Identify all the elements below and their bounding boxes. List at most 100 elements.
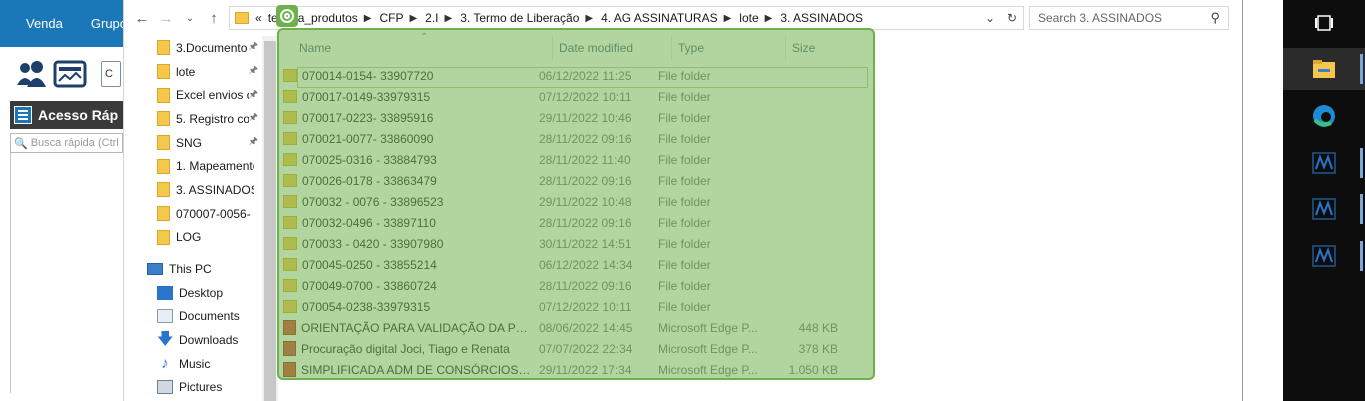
file-date: 07/07/2022 22:34 <box>539 341 633 356</box>
menu-venda[interactable]: Venda <box>26 16 63 31</box>
file-name-cell[interactable]: 070026-0178 - 33863479 <box>278 174 533 188</box>
nav-item[interactable]: Excel envios d 🖈 <box>124 83 262 107</box>
file-name-cell[interactable]: 070017-0149-33979315 <box>278 90 533 104</box>
table-row[interactable]: 070033 - 0420 - 33907980 30/11/2022 14:51… <box>278 233 1242 254</box>
menu-icon[interactable] <box>14 106 32 124</box>
path-segment[interactable]: 4. AG ASSINATURAS <box>601 11 717 25</box>
app-w-icon[interactable] <box>1283 142 1365 184</box>
column-name[interactable]: Name <box>278 36 553 60</box>
chevron-right-icon[interactable]: ▶ <box>409 13 417 24</box>
path-segment[interactable]: 2.I <box>425 11 438 25</box>
table-row[interactable]: ORIENTAÇÃO PARA VALIDAÇÃO DA PRO... 08/06… <box>278 317 1242 338</box>
file-name-cell[interactable]: 070045-0250 - 33855214 <box>278 258 533 272</box>
app-w-icon[interactable] <box>1283 235 1365 277</box>
column-date-modified[interactable]: Date modified <box>553 36 672 60</box>
path-segment[interactable]: lote <box>739 11 758 25</box>
column-type[interactable]: Type <box>672 36 786 60</box>
table-row[interactable]: 070021-0077- 33860090 28/11/2022 09:16 Fil… <box>278 128 1242 149</box>
report-icon[interactable] <box>53 59 87 89</box>
address-path[interactable]: « te a_produtos ▶ CFP ▶ 2.I ▶ 3. Termo d… <box>229 6 1024 30</box>
table-row[interactable]: 070017-0149-33979315 07/12/2022 10:11 File… <box>278 86 1242 107</box>
refresh-icon[interactable]: ↻ <box>1001 11 1023 25</box>
file-date: 07/12/2022 10:11 <box>539 299 632 314</box>
file-name-cell[interactable]: 070017-0223- 33895916 <box>278 111 533 125</box>
column-size[interactable]: Size <box>786 36 858 60</box>
recent-chevron-icon[interactable]: ⌄ <box>178 6 202 30</box>
nav-item[interactable]: 5. Registro co 🖈 <box>124 107 262 131</box>
chevron-right-icon[interactable]: ▶ <box>765 13 773 24</box>
menu-grupo[interactable]: Grupo <box>91 16 127 31</box>
nav-item[interactable]: 070007-0056- 33 <box>124 202 262 226</box>
nav-item-documents[interactable]: Documents <box>124 305 262 329</box>
search-icon[interactable]: ⚲ <box>1210 10 1220 26</box>
chevron-right-icon[interactable]: ▶ <box>724 13 732 24</box>
file-name-cell[interactable]: Procuração digital Joci, Tiago e Renata <box>278 341 533 356</box>
users-icon[interactable] <box>15 59 47 89</box>
quick-search-input[interactable]: 🔍 Busca rápida (Ctrl <box>10 133 123 153</box>
table-row[interactable]: 070025-0316 - 33884793 28/11/2022 11:40 Fi… <box>278 149 1242 170</box>
path-segment[interactable]: 3. ASSINADOS <box>780 11 863 25</box>
table-row[interactable]: 070049-0700 - 33860724 28/11/2022 09:16 Fi… <box>278 275 1242 296</box>
file-name: 070045-0250 - 33855214 <box>302 257 437 272</box>
nav-item-pictures[interactable]: Pictures <box>124 376 262 400</box>
chevron-right-icon[interactable]: ▶ <box>585 13 593 24</box>
app-input[interactable]: C <box>101 61 121 87</box>
scrollbar-thumb[interactable] <box>264 41 276 401</box>
nav-item[interactable]: lote 🖈 <box>124 60 262 84</box>
file-name-cell[interactable]: SIMPLIFICADA ADM DE CONSÓRCIOS - ... <box>278 362 533 377</box>
target-icon <box>276 5 298 27</box>
folder-icon <box>157 135 170 151</box>
table-row[interactable]: 070017-0223- 33895916 29/11/2022 10:46 Fil… <box>278 107 1242 128</box>
table-row[interactable]: SIMPLIFICADA ADM DE CONSÓRCIOS - ... 29/1… <box>278 359 1242 380</box>
app-menu-bar: Venda Grupo <box>0 0 127 47</box>
nav-item-downloads[interactable]: 🡇 Downloads <box>124 328 262 352</box>
table-row[interactable]: 070032 - 0076 - 33896523 29/11/2022 10:48… <box>278 191 1242 212</box>
file-name: 070026-0178 - 33863479 <box>302 173 437 188</box>
file-type: File folder <box>658 152 711 167</box>
table-row[interactable]: Procuração digital Joci, Tiago e Renata 0… <box>278 338 1242 359</box>
file-name-cell[interactable]: 070025-0316 - 33884793 <box>278 153 533 167</box>
file-name: 070025-0316 - 33884793 <box>302 152 437 167</box>
file-name-cell[interactable]: 070032 - 0076 - 33896523 <box>278 195 533 209</box>
nav-item[interactable]: LOG <box>124 226 262 250</box>
chevron-down-icon[interactable]: ⌄ <box>979 11 1001 25</box>
chevron-right-icon[interactable]: ▶ <box>445 13 453 24</box>
path-segment[interactable]: a_produtos <box>298 11 358 25</box>
chevron-right-icon[interactable]: ▶ <box>364 13 372 24</box>
nav-item[interactable]: SNG 🖈 <box>124 131 262 155</box>
nav-item-desktop[interactable]: Desktop <box>124 281 262 305</box>
up-arrow-icon[interactable]: ↑ <box>202 6 226 30</box>
table-row[interactable]: 070026-0178 - 33863479 28/11/2022 09:16 Fi… <box>278 170 1242 191</box>
task-view-icon[interactable] <box>1283 2 1365 44</box>
file-explorer-taskbar-icon[interactable] <box>1283 48 1365 90</box>
table-row[interactable]: 070054-0238-33979315 07/12/2022 10:11 File… <box>278 296 1242 317</box>
file-name-cell[interactable]: 070032-0496 - 33897110 <box>278 216 533 230</box>
file-name-cell[interactable]: ORIENTAÇÃO PARA VALIDAÇÃO DA PRO... <box>278 320 533 335</box>
nav-item-label: SNG <box>176 135 203 150</box>
path-segment[interactable]: CFP <box>379 11 403 25</box>
file-date: 29/11/2022 10:46 <box>539 110 632 125</box>
file-name-cell[interactable]: 070021-0077- 33860090 <box>278 132 533 146</box>
folder-icon <box>283 300 297 313</box>
path-segment[interactable]: 3. Termo de Liberação <box>460 11 579 25</box>
table-row[interactable]: 070045-0250 - 33855214 06/12/2022 14:34 Fi… <box>278 254 1242 275</box>
nav-item-music[interactable]: ♪ Music <box>124 352 262 376</box>
file-name-cell[interactable]: 070049-0700 - 33860724 <box>278 279 533 293</box>
nav-item[interactable]: 1. Mapeamento <box>124 154 262 178</box>
back-arrow-icon[interactable]: ← <box>130 6 154 30</box>
folder-icon <box>283 69 297 82</box>
table-row[interactable]: 070032-0496 - 33897110 28/11/2022 09:16 Fi… <box>278 212 1242 233</box>
edge-browser-icon[interactable] <box>1283 95 1365 137</box>
pin-icon: 🖈 <box>248 41 258 53</box>
pin-icon: 🖈 <box>248 65 258 77</box>
nav-item[interactable]: 3. ASSINADOS <box>124 178 262 202</box>
search-box[interactable]: Search 3. ASSINADOS ⚲ <box>1029 6 1229 30</box>
file-name-cell[interactable]: 070033 - 0420 - 33907980 <box>278 237 533 251</box>
nav-item[interactable]: 3.Documento 🖈 <box>124 36 262 60</box>
nav-this-pc[interactable]: This PC <box>124 257 262 281</box>
file-name-cell[interactable]: 070054-0238-33979315 <box>278 300 533 314</box>
path-overflow[interactable]: « <box>255 11 262 25</box>
forward-arrow-icon[interactable]: → <box>154 6 178 30</box>
nav-scrollbar[interactable] <box>262 36 278 401</box>
app-w-icon[interactable] <box>1283 188 1365 230</box>
